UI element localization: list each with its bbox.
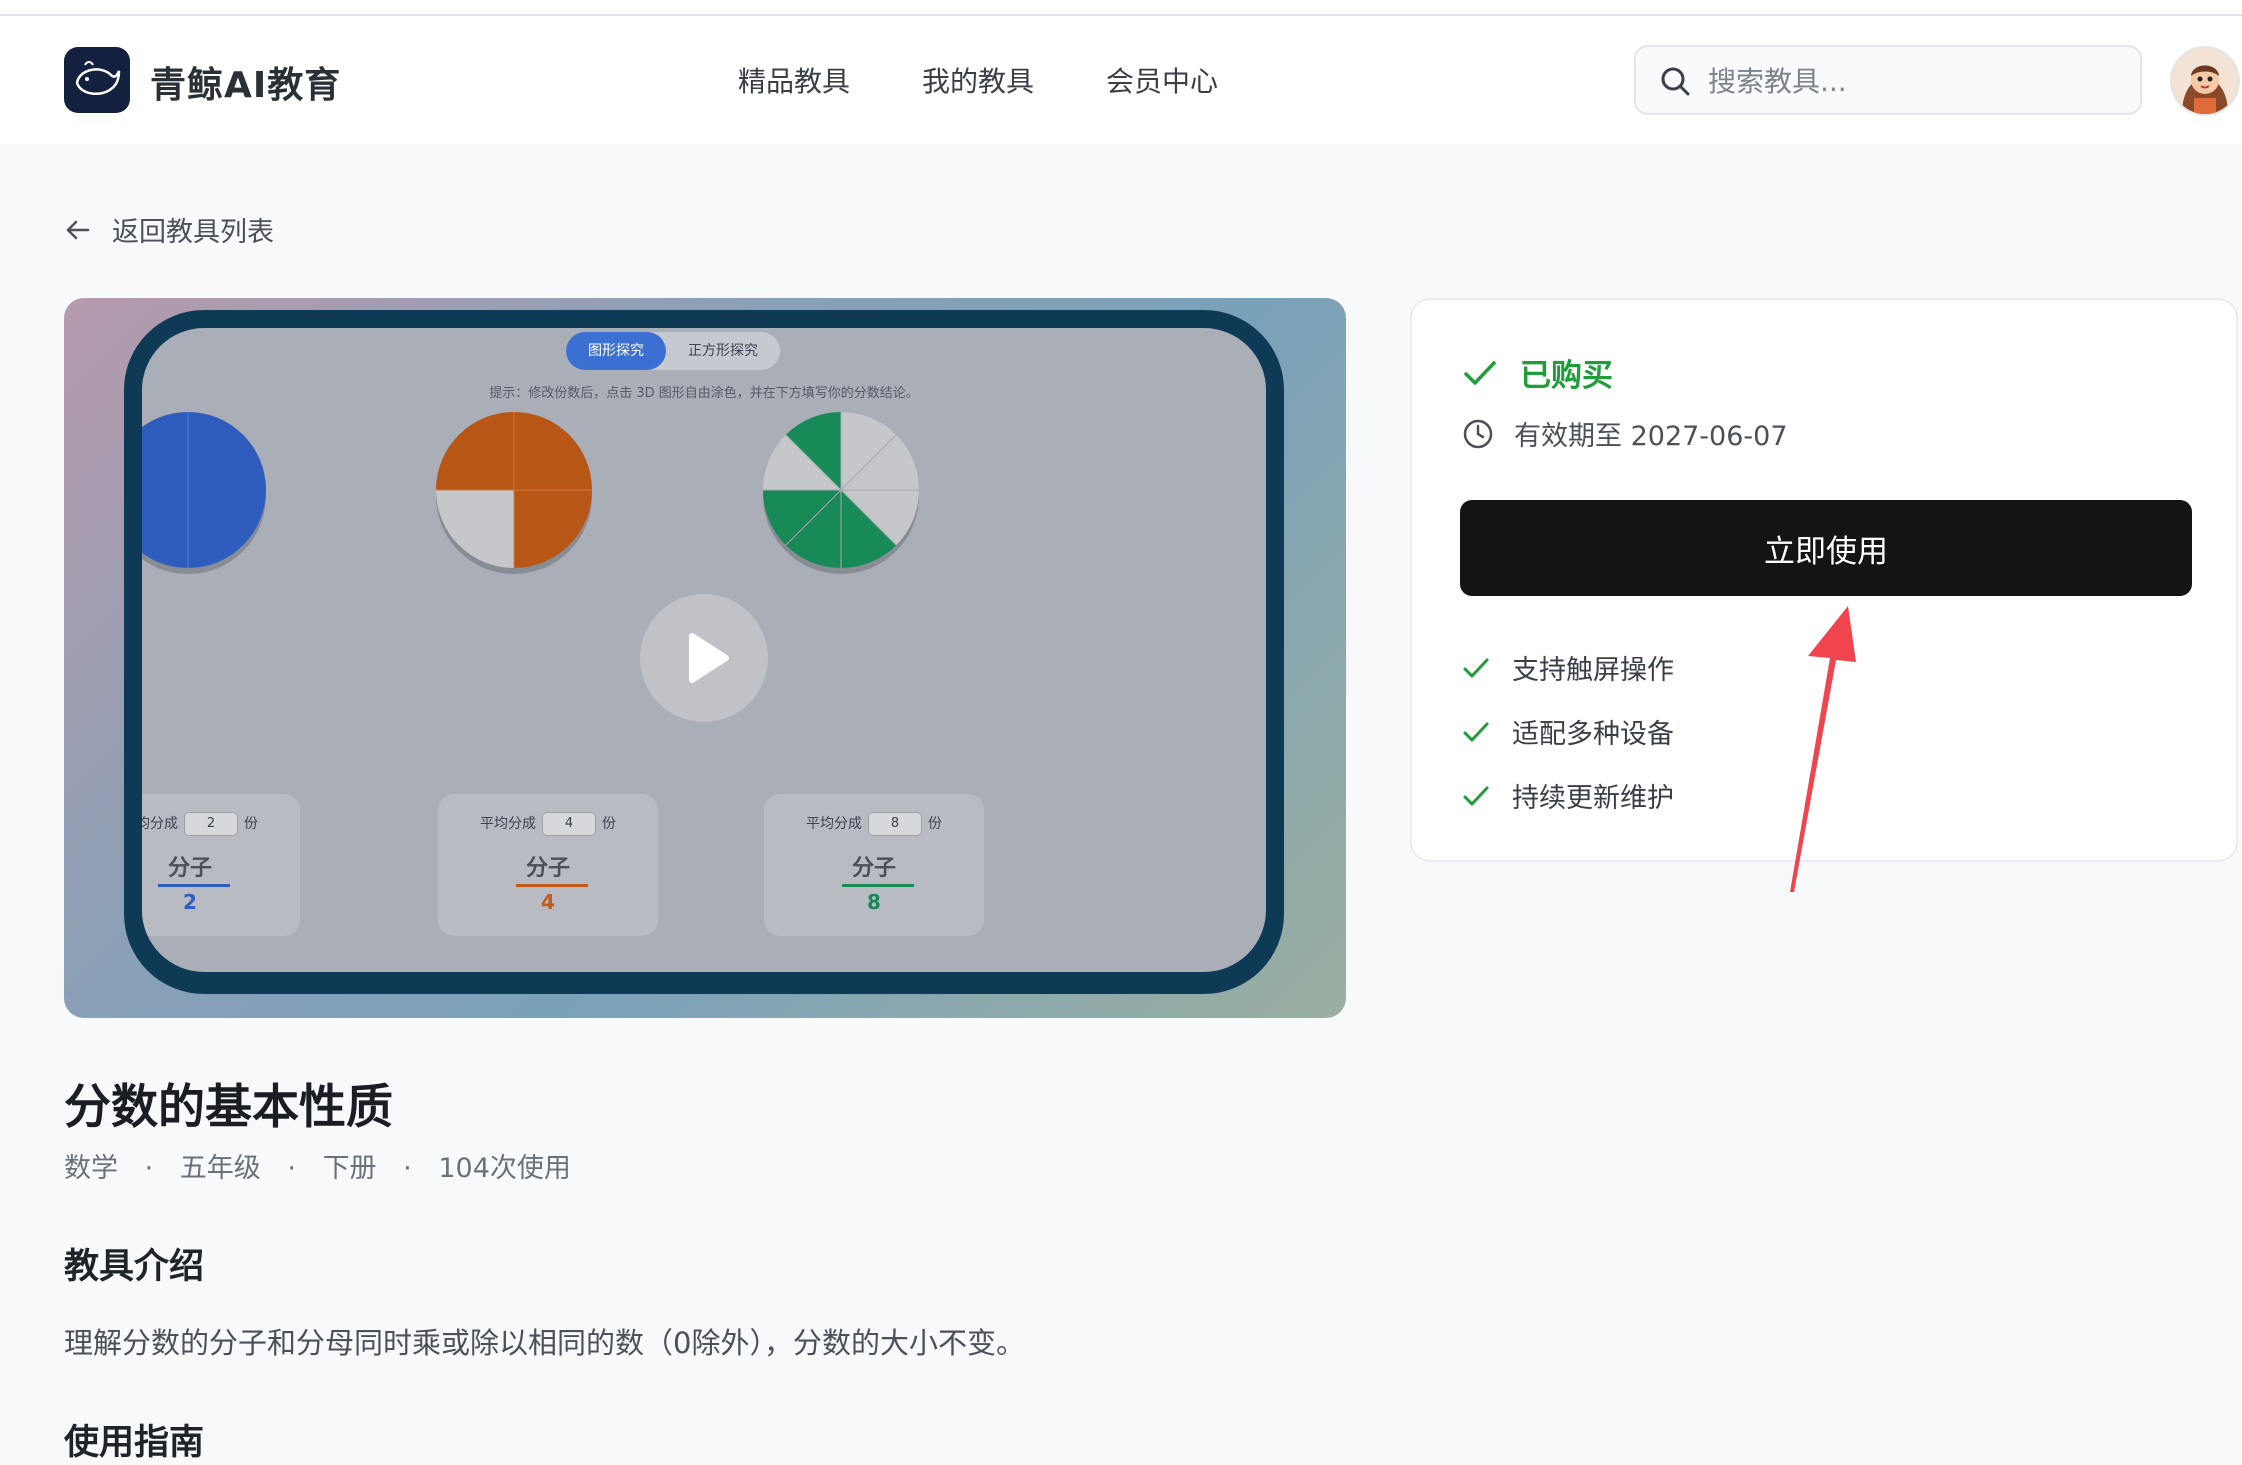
check-icon [1463, 722, 1489, 741]
fraction-bar [516, 884, 588, 887]
purchased-status: 已购买 [1462, 350, 1613, 395]
avatar[interactable] [2170, 46, 2240, 116]
intro-heading: 教具介绍 [64, 1247, 205, 1287]
meta-separator: · [403, 1153, 412, 1184]
meta-separator: · [287, 1153, 296, 1184]
meta-separator: · [144, 1153, 154, 1184]
meta-grade[interactable]: 五年级 [180, 1153, 261, 1184]
fraction-card-halves: 平均分成2份 分子 2 [142, 794, 300, 936]
card-prefix: 平均分成 [142, 816, 178, 832]
clock-icon [1463, 419, 1493, 448]
check-icon [1463, 786, 1489, 805]
fraction-bar [842, 884, 914, 887]
feature-devices: 适配多种设备 [1462, 712, 1674, 751]
search-icon [1661, 67, 1690, 96]
back-link-label: 返回教具列表 [112, 217, 274, 248]
purchased-label: 已购买 [1520, 358, 1613, 394]
check-icon [1464, 360, 1496, 385]
tool-meta: 数学 · 五年级 · 下册 · 104次使用 [64, 1146, 589, 1185]
video-preview[interactable]: 图形探究 正方形探究 提示：修改份数后，点击 3D 图形自由涂色，并在下方填写你… [64, 298, 1346, 1018]
fraction-card-eighths: 平均分成 8 份 分子 8 [764, 794, 984, 936]
back-to-list-link[interactable]: 返回教具列表 [64, 210, 274, 249]
feature-updates: 持续更新维护 [1462, 776, 1674, 815]
feature-touch: 支持触屏操作 [1462, 648, 1674, 687]
nav-member-center[interactable]: 会员中心 [1106, 60, 1218, 100]
play-button[interactable] [640, 594, 768, 722]
nav-my-tools[interactable]: 我的教具 [922, 60, 1034, 100]
fraction-bar [158, 884, 230, 887]
feature-label: 持续更新维护 [1512, 783, 1674, 814]
numerator-value: 4 [541, 890, 555, 914]
play-icon [689, 633, 729, 683]
card-suffix: 份 [928, 816, 942, 832]
use-now-button[interactable]: 立即使用 [1460, 500, 2192, 596]
fraction-card-quarters: 平均分成 4 份 分子 4 [438, 794, 658, 936]
numerator-label: 分子 [851, 856, 896, 881]
card-prefix: 平均分成 [806, 816, 862, 832]
numerator-value: 2 [183, 890, 197, 914]
feature-label: 适配多种设备 [1512, 719, 1674, 750]
meta-subject[interactable]: 数学 [64, 1153, 118, 1184]
search-box[interactable] [1634, 45, 2142, 115]
numerator-label: 分子 [167, 856, 212, 881]
top-border [0, 0, 2242, 16]
validity-row: 有效期至 2027-06-07 [1462, 414, 1788, 453]
meta-usage-count: 104次使用 [438, 1153, 571, 1184]
guide-heading: 使用指南 [64, 1423, 205, 1463]
feature-label: 支持触屏操作 [1512, 655, 1674, 686]
nav-premium-tools[interactable]: 精品教具 [738, 60, 850, 100]
validity-text: 有效期至 2027-06-07 [1514, 421, 1788, 452]
arrow-left-icon [66, 220, 90, 239]
parts-input: 4 [542, 812, 596, 836]
site-header: 青鲸AI教育 精品教具 我的教具 会员中心 [0, 16, 2242, 144]
card-prefix: 平均分成 [480, 816, 536, 832]
numerator-value: 8 [867, 890, 881, 914]
card-suffix: 份 [602, 816, 616, 832]
meta-volume[interactable]: 下册 [323, 1153, 377, 1184]
card-suffix: 份 [244, 816, 258, 832]
check-icon [1463, 658, 1489, 677]
circle-quarters [436, 412, 592, 568]
parts-input: 2 [184, 812, 238, 836]
tool-title: 分数的基本性质 [64, 1080, 393, 1135]
brand-name[interactable]: 青鲸AI教育 [150, 56, 341, 108]
intro-text: 理解分数的分子和分母同时乘或除以相同的数（0除外），分数的大小不变。 [64, 1326, 1025, 1360]
numerator-label: 分子 [525, 856, 570, 881]
annotation-arrow-icon [1790, 606, 1856, 892]
circle-eighths [762, 411, 920, 569]
whale-logo-icon[interactable] [64, 47, 130, 113]
parts-input: 8 [868, 812, 922, 836]
search-input[interactable] [1706, 47, 2130, 115]
